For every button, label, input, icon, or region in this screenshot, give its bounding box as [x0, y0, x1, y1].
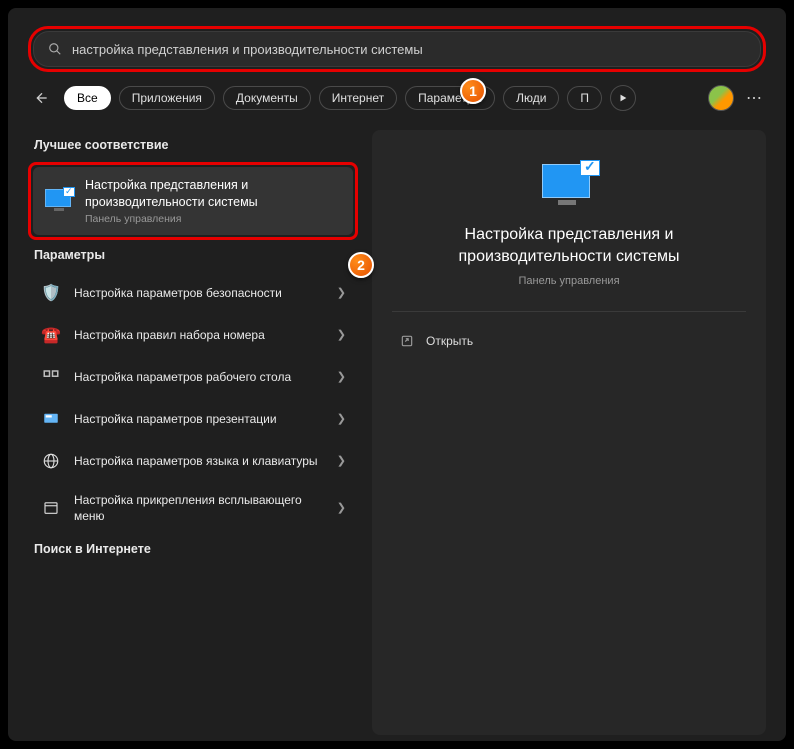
section-web: Поиск в Интернете	[34, 542, 358, 556]
best-match-highlight: Настройка представления и производительн…	[28, 162, 358, 240]
filter-row: Все Приложения Документы Интернет Параме…	[28, 84, 766, 112]
more-menu-button[interactable]: ⋯	[742, 88, 766, 108]
results-panel: Лучшее соответствие Настройка представле…	[28, 130, 358, 735]
chevron-right-icon: ❯	[337, 501, 346, 514]
filter-internet[interactable]: Интернет	[319, 86, 397, 110]
detail-subtitle: Панель управления	[518, 275, 619, 287]
filter-all[interactable]: Все	[64, 86, 111, 110]
result-item[interactable]: Настройка параметров рабочего стола ❯	[28, 356, 358, 398]
result-title: Настройка параметров презентации	[74, 411, 325, 427]
back-button[interactable]	[28, 84, 56, 112]
monitor-checkmark-icon	[45, 187, 73, 215]
step-badge-2: 2	[348, 252, 374, 278]
result-item[interactable]: 🛡️ Настройка параметров безопасности ❯	[28, 272, 358, 314]
best-match-subtitle: Панель управления	[85, 213, 341, 225]
open-label: Открыть	[426, 334, 473, 348]
phone-icon: ☎️	[40, 324, 62, 346]
section-best-match: Лучшее соответствие	[34, 138, 358, 152]
desktop-icon	[40, 366, 62, 388]
shield-icon: 🛡️	[40, 282, 62, 304]
section-settings: Параметры	[34, 248, 358, 262]
result-item[interactable]: Настройка параметров языка и клавиатуры …	[28, 440, 358, 482]
best-match-item[interactable]: Настройка представления и производительн…	[33, 167, 353, 235]
result-item[interactable]: ☎️ Настройка правил набора номера ❯	[28, 314, 358, 356]
result-title: Настройка параметров безопасности	[74, 285, 325, 301]
chevron-right-icon: ❯	[337, 454, 346, 467]
result-title: Настройка прикрепления всплывающего меню	[74, 492, 325, 524]
chevron-right-icon: ❯	[337, 412, 346, 425]
globe-icon	[40, 450, 62, 472]
open-button[interactable]: Открыть	[392, 328, 746, 354]
chevron-right-icon: ❯	[337, 286, 346, 299]
filter-apps[interactable]: Приложения	[119, 86, 215, 110]
presentation-icon	[40, 408, 62, 430]
avatar[interactable]	[708, 85, 734, 111]
detail-title: Настройка представления и производительн…	[392, 224, 746, 269]
detail-panel: Настройка представления и производительн…	[372, 130, 766, 735]
search-bar-highlight: настройка представления и производительн…	[28, 26, 766, 72]
result-item[interactable]: Настройка параметров презентации ❯	[28, 398, 358, 440]
step-badge-1: 1	[460, 78, 486, 104]
monitor-checkmark-large-icon	[542, 160, 596, 206]
chevron-right-icon: ❯	[337, 328, 346, 341]
best-match-title: Настройка представления и производительн…	[85, 177, 341, 211]
arrow-left-icon	[34, 90, 50, 106]
search-icon	[48, 42, 62, 56]
result-item[interactable]: Настройка прикрепления всплывающего меню…	[28, 482, 358, 534]
filter-more[interactable]: П	[567, 86, 602, 110]
divider	[392, 311, 746, 312]
filter-people[interactable]: Люди	[503, 86, 559, 110]
open-icon	[400, 334, 414, 348]
result-title: Настройка правил набора номера	[74, 327, 325, 343]
window-icon	[40, 497, 62, 519]
result-title: Настройка параметров языка и клавиатуры	[74, 453, 325, 469]
chevron-right-icon: ❯	[337, 370, 346, 383]
search-bar[interactable]: настройка представления и производительн…	[33, 31, 761, 67]
filter-docs[interactable]: Документы	[223, 86, 311, 110]
scroll-right-button[interactable]	[610, 85, 636, 111]
play-icon	[618, 93, 628, 103]
result-title: Настройка параметров рабочего стола	[74, 369, 325, 385]
search-query-text: настройка представления и производительн…	[72, 42, 423, 57]
